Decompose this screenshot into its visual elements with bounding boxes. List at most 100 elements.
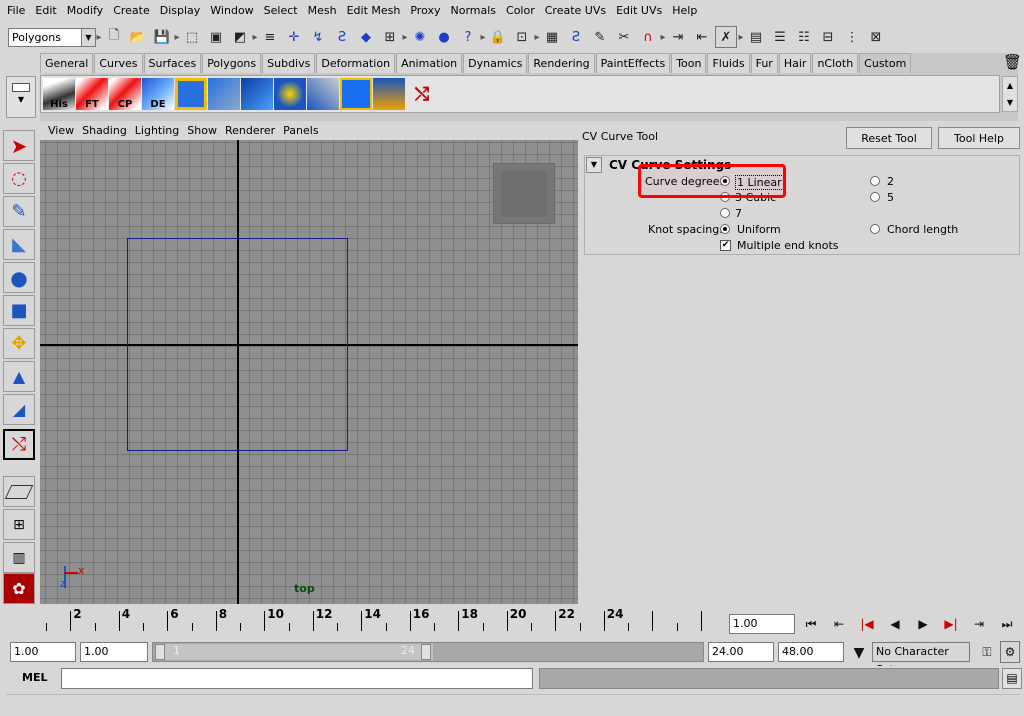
hypershade-icon[interactable]: ✂ xyxy=(613,26,635,48)
four-view-layout-icon[interactable]: ⊞ xyxy=(3,509,35,540)
input-field-icon[interactable]: ⇥ xyxy=(667,26,689,48)
menu-window[interactable]: Window xyxy=(205,0,258,22)
open-scene-icon[interactable]: 📂 xyxy=(127,26,149,48)
shelf-btn-wire-icon[interactable] xyxy=(307,78,339,110)
time-slider[interactable]: 2 4 6 8 10 12 14 16 18 20 22 24 xyxy=(12,607,726,639)
menu-normals[interactable]: Normals xyxy=(445,0,501,22)
snap-view-plane-icon[interactable]: ◆ xyxy=(355,26,377,48)
step-forward-key-icon[interactable]: ▶| xyxy=(940,613,962,635)
menu-create[interactable]: Create xyxy=(108,0,155,22)
snap-grid-icon[interactable]: ✛ xyxy=(283,26,305,48)
shelf-tab-subdivs[interactable]: Subdivs xyxy=(262,53,316,73)
panel-menu-renderer[interactable]: Renderer xyxy=(221,122,279,140)
input-output-icon[interactable]: ● xyxy=(433,26,455,48)
shelf-btn-history[interactable]: His xyxy=(43,78,75,110)
range-slider-bar[interactable] xyxy=(155,644,433,660)
go-to-end-icon[interactable]: ⏭ xyxy=(996,613,1018,635)
shelf-tab-curves[interactable]: Curves xyxy=(94,53,143,73)
menu-file[interactable]: File xyxy=(2,0,30,22)
select-tool-icon[interactable]: ➤ xyxy=(3,130,35,161)
panel-menu-shading[interactable]: Shading xyxy=(78,122,131,140)
multiple-end-knots-checkbox[interactable]: ✔ xyxy=(720,240,731,251)
menu-modify[interactable]: Modify xyxy=(62,0,108,22)
snap-point-icon[interactable]: Ƨ xyxy=(331,26,353,48)
play-forwards-icon[interactable]: ▶ xyxy=(912,613,934,635)
panel-menu-panels[interactable]: Panels xyxy=(279,122,322,140)
playback-start-field[interactable]: 1.00 xyxy=(80,642,148,662)
snap-curve-icon[interactable]: ↯ xyxy=(307,26,329,48)
shelf-btn-uv-icon[interactable] xyxy=(175,78,207,110)
shelf-tab-hair[interactable]: Hair xyxy=(778,53,812,73)
shelf-tab-deformation[interactable]: Deformation xyxy=(316,53,396,73)
menu-color[interactable]: Color xyxy=(501,0,540,22)
select-object-icon[interactable]: ▣ xyxy=(205,26,227,48)
auto-key-icon[interactable]: ⚿ xyxy=(976,641,998,663)
shelf-btn-cv-curve-icon[interactable]: ⤭ xyxy=(406,78,438,110)
soft-mod-tool-icon[interactable]: ▲ xyxy=(3,361,35,392)
range-end-handle[interactable] xyxy=(421,644,431,660)
top-viewport[interactable]: x z top xyxy=(40,140,578,604)
shelf-tab-polygons[interactable]: Polygons xyxy=(202,53,262,73)
menu-edit-uvs[interactable]: Edit UVs xyxy=(611,0,667,22)
menu-help[interactable]: Help xyxy=(667,0,702,22)
menu-proxy[interactable]: Proxy xyxy=(405,0,445,22)
current-time-field[interactable]: 1.00 xyxy=(729,614,795,634)
lasso-tool-icon[interactable]: ◌ xyxy=(3,163,35,194)
select-component-icon[interactable]: ◩ xyxy=(229,26,251,48)
perspective-outliner-layout-icon[interactable]: ▥ xyxy=(3,542,35,573)
shelf-tab-dynamics[interactable]: Dynamics xyxy=(463,53,528,73)
new-scene-icon[interactable]: 🗋 xyxy=(103,26,125,48)
menu-set-dropdown[interactable]: Polygons ▼ xyxy=(8,27,96,47)
menu-mesh[interactable]: Mesh xyxy=(303,0,342,22)
degree-radio-5[interactable] xyxy=(870,192,880,202)
shelf-tab-fur[interactable]: Fur xyxy=(750,53,778,73)
select-hierarchy-icon[interactable]: ⬚ xyxy=(181,26,203,48)
shelf-btn-loft-icon[interactable] xyxy=(373,78,405,110)
sidebar-toggle-icon[interactable]: ✗ xyxy=(715,26,737,48)
curve-rectangle[interactable] xyxy=(127,238,348,451)
outliner-icon[interactable]: ⊟ xyxy=(817,26,839,48)
cv-curve-tool-icon[interactable]: ⤭ xyxy=(3,429,35,460)
shelf-tab-toon[interactable]: Toon xyxy=(671,53,707,73)
select-mask-icon[interactable]: ≡ xyxy=(259,26,281,48)
shelf-tab-surfaces[interactable]: Surfaces xyxy=(143,53,202,73)
shelf-tab-ncloth[interactable]: nCloth xyxy=(812,53,859,73)
menu-edit[interactable]: Edit xyxy=(30,0,61,22)
history-icon[interactable]: ✺ xyxy=(409,26,431,48)
selection-lock-icon[interactable]: ⊡ xyxy=(511,26,533,48)
panel-menu-lighting[interactable]: Lighting xyxy=(131,122,183,140)
shelf-tab-custom[interactable]: Custom xyxy=(859,53,912,73)
animation-start-field[interactable]: 1.00 xyxy=(10,642,76,662)
lock-icon[interactable]: 🔒 xyxy=(487,26,509,48)
construction-history-icon[interactable]: ? xyxy=(457,26,479,48)
single-perspective-layout-icon[interactable] xyxy=(3,476,35,507)
shelf-btn-plane-icon[interactable] xyxy=(241,78,273,110)
tool-help-button[interactable]: Tool Help xyxy=(938,127,1020,149)
make-live-icon[interactable]: ⊞ xyxy=(379,26,401,48)
ipr-render-icon[interactable]: Ƨ xyxy=(565,26,587,48)
render-current-icon[interactable]: ▦ xyxy=(541,26,563,48)
magnet-icon[interactable]: ∩ xyxy=(637,26,659,48)
script-editor-icon[interactable]: ▤ xyxy=(1002,668,1022,689)
maya-logo-icon[interactable]: ✿ xyxy=(3,573,35,604)
panel-menu-view[interactable]: View xyxy=(44,122,78,140)
menu-edit-mesh[interactable]: Edit Mesh xyxy=(342,0,406,22)
shelf-btn-grid-icon[interactable] xyxy=(340,78,372,110)
shelf-btn-sphere-icon[interactable] xyxy=(274,78,306,110)
shelf-tab-animation[interactable]: Animation xyxy=(396,53,463,73)
shelf-btn-delete-history[interactable]: DE xyxy=(142,78,174,110)
tool-settings-icon[interactable]: ☰ xyxy=(769,26,791,48)
show-manip-icon[interactable]: ◢ xyxy=(3,394,35,425)
output-field-icon[interactable]: ⇤ xyxy=(691,26,713,48)
play-backwards-icon[interactable]: ◀ xyxy=(884,613,906,635)
save-scene-icon[interactable]: 💾 xyxy=(151,26,173,48)
range-start-handle[interactable] xyxy=(155,644,165,660)
command-input[interactable] xyxy=(61,668,533,689)
menu-display[interactable]: Display xyxy=(155,0,206,22)
collapse-toggle-icon[interactable]: ▼ xyxy=(586,157,602,173)
degree-radio-7[interactable] xyxy=(720,208,730,218)
render-settings-icon[interactable]: ✎ xyxy=(589,26,611,48)
panel-menu-show[interactable]: Show xyxy=(183,122,221,140)
channel-box-icon[interactable]: ☷ xyxy=(793,26,815,48)
step-back-frame-icon[interactable]: ⇤ xyxy=(828,613,850,635)
